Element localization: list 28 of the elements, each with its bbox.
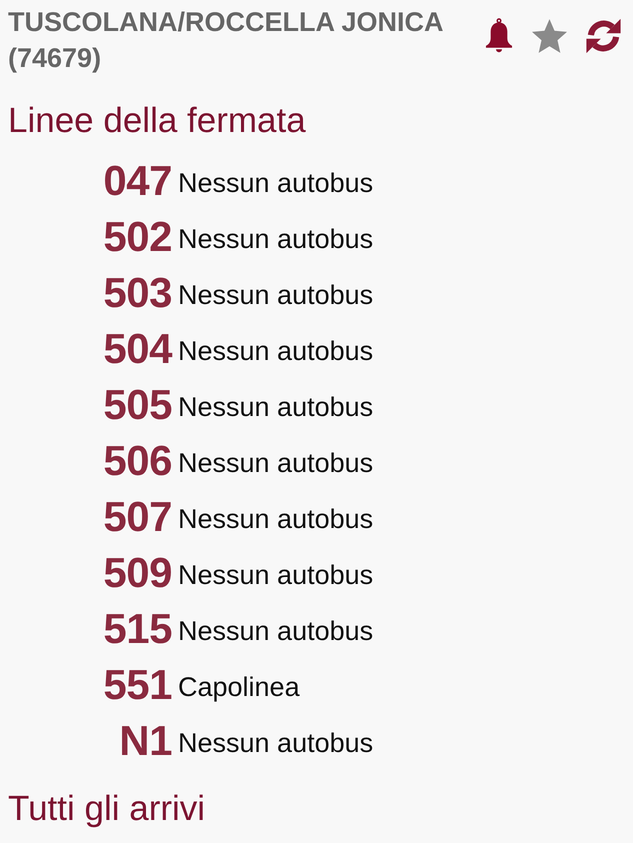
- refresh-icon[interactable]: [585, 18, 622, 54]
- line-status: Nessun autobus: [178, 334, 374, 366]
- line-number[interactable]: 506: [0, 437, 172, 485]
- line-status: Nessun autobus: [178, 390, 374, 422]
- line-status: Nessun autobus: [178, 278, 374, 310]
- bell-icon[interactable]: [484, 18, 514, 54]
- line-number[interactable]: 047: [0, 157, 172, 205]
- section-heading: Linee della fermata: [8, 100, 306, 142]
- line-number[interactable]: 505: [0, 381, 172, 429]
- line-status: Capolinea: [178, 670, 300, 702]
- line-number[interactable]: 551: [0, 661, 172, 709]
- line-status: Nessun autobus: [178, 222, 374, 254]
- line-status: Nessun autobus: [178, 166, 374, 198]
- line-number[interactable]: 503: [0, 269, 172, 317]
- line-number[interactable]: 515: [0, 605, 172, 653]
- line-number[interactable]: N1: [0, 717, 172, 765]
- line-number[interactable]: 507: [0, 493, 172, 541]
- line-status: Nessun autobus: [178, 614, 374, 646]
- line-status: Nessun autobus: [178, 726, 374, 758]
- line-number[interactable]: 504: [0, 325, 172, 373]
- stop-title: TUSCOLANA/ROCCELLA JONICA (74679): [8, 6, 444, 75]
- line-status: Nessun autobus: [178, 502, 374, 534]
- section-heading: Tutti gli arrivi: [8, 788, 206, 830]
- line-number[interactable]: 502: [0, 213, 172, 261]
- line-status: Nessun autobus: [178, 446, 374, 478]
- line-number[interactable]: 509: [0, 549, 172, 597]
- star-icon[interactable]: [532, 19, 567, 53]
- line-status: Nessun autobus: [178, 558, 374, 590]
